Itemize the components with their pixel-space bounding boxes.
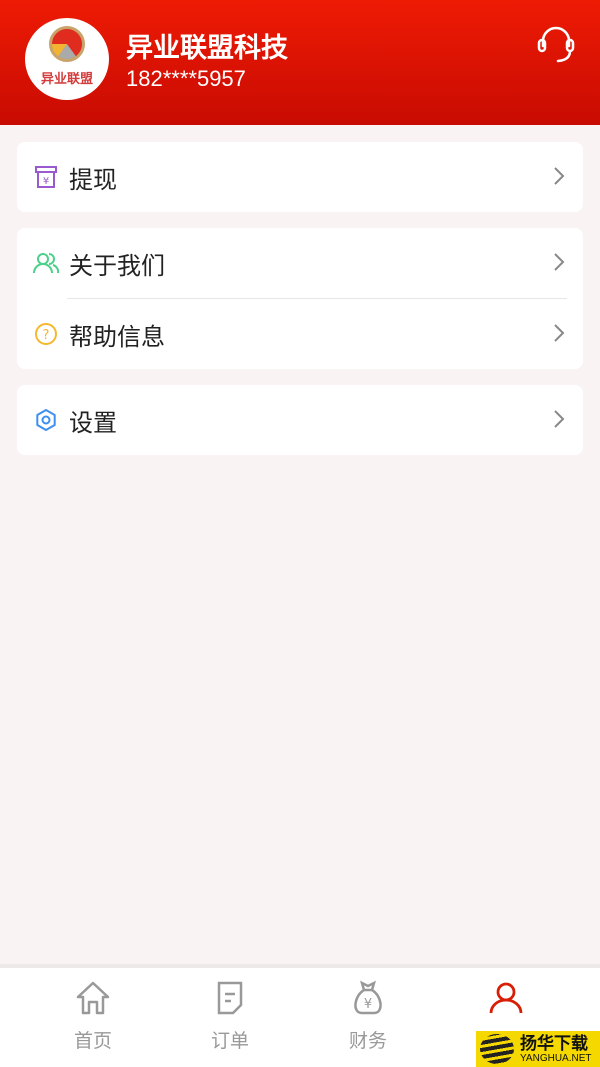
svg-text:?: ? — [43, 328, 50, 343]
tab-label: 订单 — [210, 1030, 249, 1052]
help-circle-icon: ? — [33, 321, 59, 347]
money-bag-icon: ¥ — [354, 980, 382, 1015]
menu-item-help[interactable]: ? 帮助信息 — [17, 299, 583, 369]
withdraw-card: ¥ 提现 — [17, 142, 583, 212]
watermark: 扬华下载 YANGHUA.NET — [476, 1031, 600, 1067]
tab-orders[interactable]: 订单 — [170, 980, 290, 1053]
svg-text:¥: ¥ — [43, 176, 49, 187]
watermark-sub: YANGHUA.NET — [520, 1052, 592, 1064]
tab-label: 财务 — [348, 1030, 387, 1052]
settings-card: 设置 — [17, 385, 583, 455]
chevron-right-icon — [554, 410, 565, 428]
tab-finance[interactable]: ¥ 财务 — [308, 980, 428, 1053]
watermark-logo — [480, 1034, 514, 1064]
menu-item-withdraw[interactable]: ¥ 提现 — [17, 142, 583, 212]
menu-item-settings[interactable]: 设置 — [17, 385, 583, 455]
avatar[interactable]: 异业联盟 — [25, 18, 109, 100]
chevron-right-icon — [554, 167, 565, 185]
logo-mark — [49, 26, 85, 62]
document-icon — [217, 981, 243, 1015]
menu-label: 关于我们 — [69, 251, 165, 280]
tab-label: 首页 — [73, 1030, 112, 1052]
menu-label: 帮助信息 — [69, 322, 165, 351]
menu-item-about[interactable]: 关于我们 — [17, 228, 583, 298]
chevron-right-icon — [554, 324, 565, 342]
info-card: 关于我们 ? 帮助信息 — [17, 228, 583, 369]
chevron-right-icon — [554, 253, 565, 271]
tab-home[interactable]: 首页 — [33, 980, 153, 1053]
wallet-yuan-icon: ¥ — [33, 164, 59, 190]
headset-icon[interactable] — [536, 24, 576, 64]
svg-text:¥: ¥ — [364, 997, 372, 1012]
watermark-title: 扬华下载 — [520, 1033, 588, 1054]
menu-label: 提现 — [69, 165, 117, 194]
users-icon — [33, 250, 59, 276]
profile-header: 异业联盟 异业联盟科技 182****5957 — [0, 0, 600, 125]
gear-icon — [33, 407, 59, 433]
phone-number: 182****5957 — [126, 66, 246, 91]
company-name: 异业联盟科技 — [126, 33, 288, 64]
home-icon — [76, 981, 110, 1015]
menu-label: 设置 — [69, 408, 117, 437]
avatar-text: 异业联盟 — [40, 72, 93, 87]
user-icon — [489, 982, 523, 1014]
